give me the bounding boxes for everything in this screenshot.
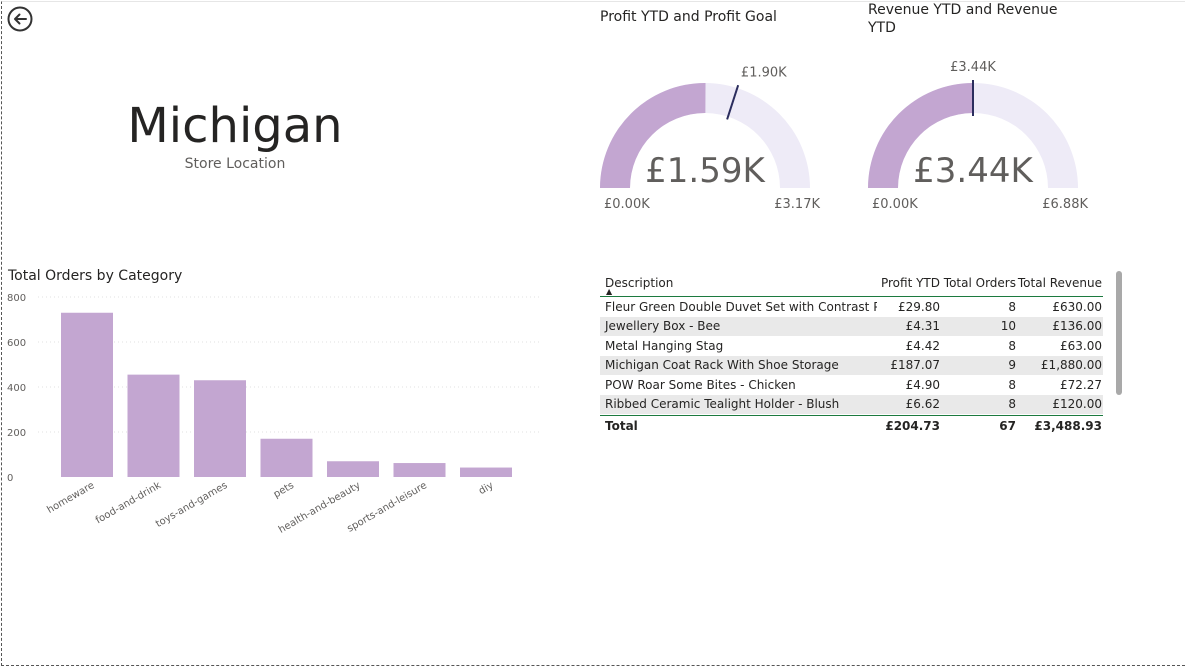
x-tick-label: diy <box>477 480 496 497</box>
bar-pets[interactable] <box>260 438 313 477</box>
cell-description: POW Roar Some Bites - Chicken <box>605 377 796 392</box>
bar-health-and-beauty[interactable] <box>327 461 379 477</box>
cell-profit-ytd: £4.90 <box>905 377 940 392</box>
x-tick-label: pets <box>272 480 296 500</box>
cell-total-orders: 8 <box>1008 299 1016 314</box>
cell-total-revenue: £1,880.00 <box>1040 358 1102 373</box>
cell-description: Ribbed Ceramic Tealight Holder - Blush <box>605 397 840 412</box>
table-header: Description Profit YTD Total Orders Tota… <box>600 270 1103 297</box>
total-revenue: £3,488.93 <box>1034 419 1102 433</box>
chart-title: Total Orders by Category <box>7 268 182 284</box>
gauge-target-label: £3.44K <box>950 60 996 75</box>
table-row[interactable]: POW Roar Some Bites - Chicken £4.90 8 £72.2… <box>600 375 1103 395</box>
cell-profit-ytd: £4.42 <box>905 338 940 353</box>
y-tick-label: 0 <box>7 473 13 484</box>
y-tick-label: 800 <box>7 293 26 304</box>
col-total-orders[interactable]: Total Orders <box>940 276 1016 290</box>
y-tick-label: 200 <box>7 428 26 439</box>
cell-total-revenue: £120.00 <box>1052 397 1102 412</box>
products-table: Description Profit YTD Total Orders Tota… <box>600 270 1103 436</box>
cell-total-revenue: £136.00 <box>1052 319 1102 334</box>
profit-gauge-title: Profit YTD and Profit Goal <box>600 9 777 25</box>
cell-description: Jewellery Box - Bee <box>605 319 721 334</box>
orders-by-category-chart: Total Orders by Category 800 600 400 200 0 hom… <box>7 268 540 536</box>
table-row[interactable]: Michigan Coat Rack With Shoe Storage £187… <box>600 355 1103 375</box>
store-subtitle: Store Location <box>184 156 286 172</box>
gauge-max-label: £6.88K <box>1042 197 1088 212</box>
sort-ascending-icon: ▲ <box>606 287 613 296</box>
y-tick-label: 600 <box>7 338 26 349</box>
table-row[interactable]: Jewellery Box - Bee £4.31 10 £136.00 <box>600 316 1103 336</box>
store-card: Michigan Store Location <box>0 0 470 200</box>
table-scrollbar[interactable] <box>1116 271 1122 395</box>
gauge-target-label: £1.90K <box>741 66 787 81</box>
cell-total-revenue: £72.27 <box>1060 377 1102 392</box>
total-profit: £204.73 <box>885 419 940 433</box>
cell-profit-ytd: £187.07 <box>890 358 940 373</box>
cell-total-orders: 8 <box>1008 397 1016 412</box>
total-label: Total <box>605 419 638 433</box>
cell-description: Fleur Green Double Duvet Set with Contra… <box>605 299 877 314</box>
table-total-row: Total £204.73 67 £3,488.93 <box>600 415 1103 436</box>
cell-profit-ytd: £4.31 <box>905 319 940 334</box>
x-tick-label: toys-and-games <box>154 480 229 530</box>
table-row[interactable]: Metal Hanging Stag £4.42 8 £63.00 <box>600 336 1103 356</box>
cell-total-orders: 9 <box>1008 358 1016 373</box>
table-row[interactable]: Ribbed Ceramic Tealight Holder - Blush £6… <box>600 394 1103 414</box>
cell-total-orders: 10 <box>1000 319 1016 334</box>
gauge-value: £3.44K <box>913 151 1034 191</box>
store-name: Michigan <box>127 98 343 154</box>
table-body: Fleur Green Double Duvet Set with Contra… <box>600 297 1103 414</box>
gauge-value: £1.59K <box>645 151 766 191</box>
bar-food-and-drink[interactable] <box>127 374 180 477</box>
profit-gauge: £1.59K £0.00K £3.17K £1.90K <box>600 66 820 212</box>
cell-profit-ytd: £6.62 <box>905 397 940 412</box>
gauge-min-label: £0.00K <box>872 197 918 212</box>
total-orders: 67 <box>999 419 1016 433</box>
bar-toys-and-games[interactable] <box>194 380 246 477</box>
cell-description: Metal Hanging Stag <box>605 338 724 353</box>
cell-description: Michigan Coat Rack With Shoe Storage <box>605 358 839 373</box>
cell-profit-ytd: £29.80 <box>898 299 940 314</box>
table-row[interactable]: Fleur Green Double Duvet Set with Contra… <box>600 297 1103 317</box>
col-profit-ytd[interactable]: Profit YTD <box>877 276 940 290</box>
bar-sports-and-leisure[interactable] <box>393 463 446 477</box>
gauge-max-label: £3.17K <box>774 197 820 212</box>
y-tick-label: 400 <box>7 383 26 394</box>
cell-total-orders: 8 <box>1008 338 1016 353</box>
revenue-gauge-title: Revenue YTD and Revenue YTD <box>868 2 1058 36</box>
bar-homeware[interactable] <box>61 312 113 477</box>
x-tick-label: homeware <box>45 480 96 516</box>
bar-diy[interactable] <box>460 467 512 477</box>
col-description[interactable]: Description <box>600 276 877 290</box>
cell-total-revenue: £63.00 <box>1060 338 1102 353</box>
gauge-min-label: £0.00K <box>604 197 650 212</box>
cell-total-orders: 8 <box>1008 377 1016 392</box>
revenue-gauge: £3.44K £0.00K £6.88K £3.44K <box>868 60 1088 212</box>
x-tick-label: food-and-drink <box>94 480 163 526</box>
cell-total-revenue: £630.00 <box>1052 299 1102 314</box>
col-total-revenue[interactable]: Total Revenue <box>1016 276 1102 290</box>
